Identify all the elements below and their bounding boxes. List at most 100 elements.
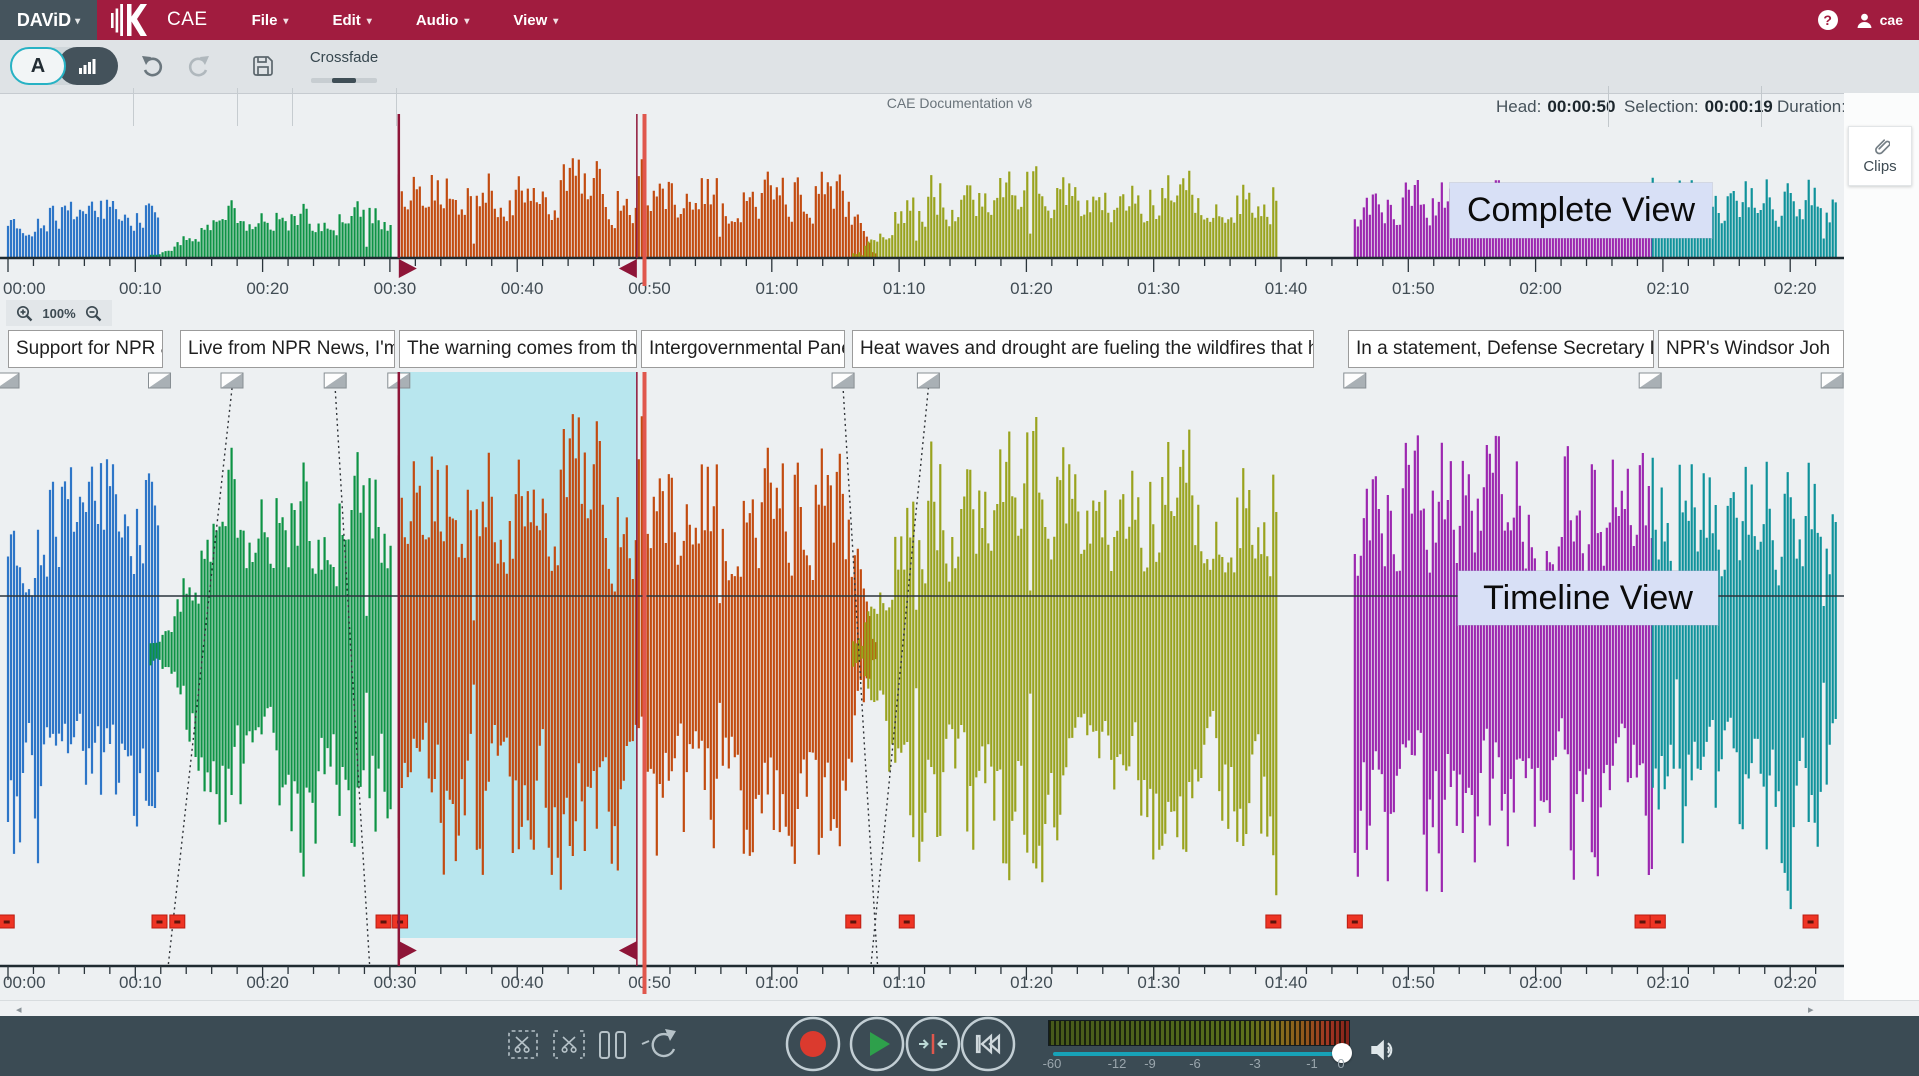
- speaker-icon[interactable]: [1370, 1038, 1400, 1062]
- waveform-mode-button[interactable]: [58, 47, 118, 85]
- timeline-scrollbar[interactable]: ◂ ▸: [0, 1000, 1919, 1017]
- person-icon: [1856, 12, 1873, 29]
- crossfade-control[interactable]: Crossfade: [300, 49, 388, 83]
- fade-handle[interactable]: [324, 373, 346, 388]
- track-marker[interactable]: [1803, 915, 1818, 928]
- save-button[interactable]: [245, 48, 281, 84]
- meter-scale-label: -12: [1108, 1056, 1127, 1071]
- track-marker[interactable]: [170, 915, 185, 928]
- clip-1-wave[interactable]: [8, 459, 158, 863]
- transport-bar: -60-12-9-6-3-10: [0, 1016, 1919, 1076]
- clip-label[interactable]: In a statement, Defense Secretary L: [1348, 330, 1654, 368]
- cae-app-window: DAViD ▾ CAE File▾ Edit▾ Audio▾ View▾ ? c…: [0, 0, 1919, 1076]
- clips-button-label: Clips: [1863, 158, 1896, 175]
- help-icon[interactable]: ?: [1818, 10, 1838, 30]
- meter-scale-label: -60: [1043, 1056, 1062, 1071]
- fade-handle[interactable]: [1344, 373, 1366, 388]
- play-button[interactable]: [849, 1016, 905, 1072]
- zoom-in-icon[interactable]: [16, 305, 33, 322]
- fade-handle[interactable]: [221, 373, 243, 388]
- ruler-label: 02:00: [1519, 973, 1562, 992]
- clip-label[interactable]: The warning comes from the: [399, 330, 637, 368]
- menu-audio[interactable]: Audio▾: [416, 12, 470, 29]
- clip-6-wave[interactable]: [1653, 458, 1836, 909]
- track-marker[interactable]: [376, 915, 391, 928]
- menu-file[interactable]: File▾: [252, 12, 289, 29]
- ruler-label: 01:40: [1265, 279, 1308, 298]
- split-clip-button[interactable]: [598, 1026, 628, 1064]
- revert-edit-button[interactable]: [638, 1026, 678, 1064]
- zoom-out-icon[interactable]: [85, 305, 102, 322]
- ruler-label: 02:10: [1647, 973, 1690, 992]
- waveform-bars-icon: [78, 58, 98, 74]
- crossfade-slider-handle[interactable]: [332, 78, 356, 83]
- user-account-button[interactable]: cae: [1856, 12, 1903, 29]
- timeline-waveform[interactable]: 00:0000:1000:2000:3000:4000:5001:0001:10…: [0, 372, 1844, 1000]
- clips-panel-button[interactable]: Clips: [1848, 126, 1912, 186]
- chevron-down-icon: ▾: [75, 16, 80, 27]
- chevron-down-icon: ▾: [283, 16, 288, 27]
- clip-5-wave[interactable]: [1355, 435, 1652, 892]
- clip-2-wave[interactable]: [151, 448, 391, 877]
- clip-4-wave[interactable]: [853, 166, 1276, 257]
- cut-out-selection-button[interactable]: [550, 1025, 588, 1065]
- track-marker[interactable]: [393, 915, 408, 928]
- selection-end-marker[interactable]: [619, 259, 637, 278]
- fade-handle[interactable]: [1821, 373, 1843, 388]
- ruler-label: 00:30: [374, 279, 417, 298]
- ruler-label: 00:20: [246, 973, 289, 992]
- menu-edit[interactable]: Edit▾: [332, 12, 371, 29]
- clip-label[interactable]: NPR's Windsor Joh: [1658, 330, 1844, 368]
- track-marker[interactable]: [846, 915, 861, 928]
- crossfade-slider[interactable]: [311, 78, 377, 83]
- menu-view[interactable]: View▾: [513, 12, 558, 29]
- zoom-level-label: 100%: [42, 306, 75, 321]
- clip-4-wave[interactable]: [853, 417, 1276, 895]
- record-button[interactable]: [785, 1016, 841, 1072]
- track-marker[interactable]: [899, 915, 914, 928]
- ruler-label: 00:10: [119, 279, 162, 298]
- meter-scale-label: -3: [1249, 1056, 1261, 1071]
- clip-2-wave[interactable]: [151, 200, 391, 257]
- track-marker[interactable]: [1635, 915, 1650, 928]
- selection-end-marker[interactable]: [619, 941, 637, 960]
- scroll-left-arrow[interactable]: ◂: [16, 1003, 22, 1016]
- undo-button[interactable]: [135, 48, 171, 84]
- track-marker[interactable]: [1347, 915, 1362, 928]
- redo-button[interactable]: [180, 48, 216, 84]
- locate-to-cursor-button[interactable]: [905, 1016, 961, 1072]
- fade-handle[interactable]: [832, 373, 854, 388]
- paperclip-icon: [1871, 137, 1890, 156]
- clip-label[interactable]: Intergovernmental Panel o: [641, 330, 845, 368]
- ruler-label: 00:00: [3, 279, 46, 298]
- chevron-down-icon: ▾: [553, 16, 558, 27]
- track-marker[interactable]: [1266, 915, 1281, 928]
- meter-scale-label: -9: [1144, 1056, 1156, 1071]
- fade-handle[interactable]: [0, 373, 19, 388]
- clip-label[interactable]: Support for NPR a: [8, 330, 163, 368]
- skip-to-start-button[interactable]: [960, 1016, 1016, 1072]
- clip-1-wave[interactable]: [8, 200, 158, 257]
- clip-title-row: Support for NPR a Live from NPR News, I'm…: [0, 330, 1844, 370]
- ruler-label: 01:10: [883, 973, 926, 992]
- ruler-label: 00:20: [246, 279, 289, 298]
- fade-handle[interactable]: [149, 373, 171, 388]
- scroll-right-arrow[interactable]: ▸: [1808, 1003, 1814, 1016]
- text-mode-button[interactable]: A: [10, 47, 66, 85]
- fade-handle[interactable]: [1639, 373, 1661, 388]
- view-mode-toggle[interactable]: A: [10, 47, 118, 85]
- fade-handle[interactable]: [917, 373, 939, 388]
- clip-label[interactable]: Live from NPR News, I'm: [180, 330, 395, 368]
- zoom-control[interactable]: 100%: [6, 300, 112, 326]
- cut-selection-button[interactable]: [507, 1025, 543, 1065]
- chevron-down-icon: ▾: [464, 16, 469, 27]
- clip-label[interactable]: Heat waves and drought are fueling the w…: [852, 330, 1314, 368]
- track-marker[interactable]: [0, 915, 14, 928]
- track-marker[interactable]: [1650, 915, 1665, 928]
- selection-start-marker[interactable]: [399, 941, 417, 960]
- meter-scale-label: -6: [1189, 1056, 1201, 1071]
- selection-start-marker[interactable]: [399, 259, 417, 278]
- ruler-label: 01:50: [1392, 279, 1435, 298]
- track-marker[interactable]: [152, 915, 167, 928]
- david-menu-button[interactable]: DAViD ▾: [0, 0, 97, 40]
